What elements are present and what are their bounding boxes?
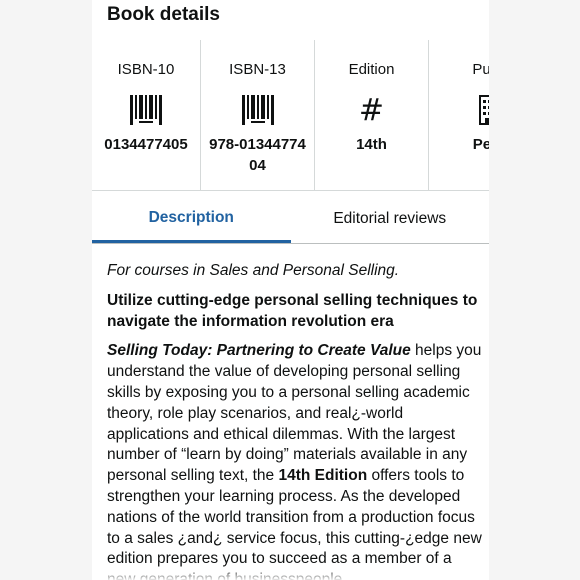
description-tabs: Description Editorial reviews	[92, 195, 489, 245]
detail-value-edition: 14th	[356, 136, 387, 153]
left-margin	[0, 0, 92, 580]
detail-card-isbn13: ISBN-13 978-0134477404	[201, 40, 315, 190]
description-edition: 14th Edition	[278, 467, 368, 485]
description-book-title: Selling Today: Partnering to Create Valu…	[107, 342, 411, 360]
hash-glyph: #	[358, 92, 385, 128]
barcode-icon	[130, 93, 162, 127]
book-details-carousel[interactable]: ISBN-10 0134477405 ISBN-13 978-013447740…	[92, 40, 489, 190]
description-body-part-1: helps you understand the value of develo…	[107, 342, 482, 485]
detail-value-isbn13: 978-0134477404	[209, 136, 306, 174]
section-title: Book details	[107, 4, 220, 25]
description-headline: Utilize cutting-edge personal selling te…	[107, 291, 478, 330]
tab-description[interactable]: Description	[92, 195, 291, 243]
detail-card-publisher: Publi Pear	[429, 40, 489, 190]
detail-label-isbn13: ISBN-13	[229, 61, 286, 78]
detail-label-edition: Edition	[348, 61, 395, 78]
detail-card-isbn10: ISBN-10 0134477405	[92, 40, 201, 190]
description-content: For courses in Sales and Personal Sellin…	[107, 261, 482, 580]
hash-icon: #	[358, 92, 385, 128]
content-fade	[92, 566, 489, 580]
description-body: Selling Today: Partnering to Create Valu…	[107, 341, 482, 580]
details-divider	[92, 190, 489, 191]
tab-baseline	[92, 243, 489, 244]
detail-value-publisher: Pear	[472, 136, 489, 153]
description-intro: For courses in Sales and Personal Sellin…	[107, 262, 400, 279]
detail-value-isbn10: 0134477405	[104, 136, 188, 153]
right-margin	[489, 0, 580, 580]
book-details-panel: Book details ISBN-10 0134477405 ISBN-13 …	[92, 0, 489, 580]
building-icon	[478, 93, 489, 127]
barcode-icon	[241, 93, 274, 127]
tab-editorial-reviews[interactable]: Editorial reviews	[291, 195, 490, 243]
detail-label-isbn10: ISBN-10	[117, 61, 175, 78]
detail-card-edition: Edition # 14th	[315, 40, 429, 190]
detail-label-publisher: Publi	[472, 61, 489, 78]
